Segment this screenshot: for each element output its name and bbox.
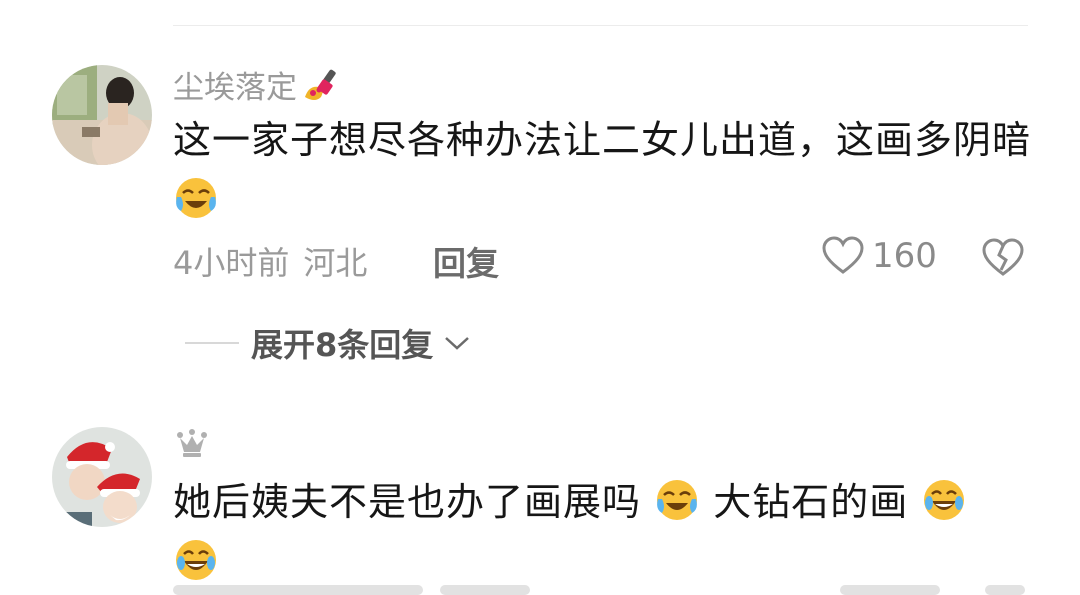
comment-meta: 4小时前 河北 [173,238,367,284]
expand-replies-button[interactable]: 展开8条回复 [185,320,471,366]
comment-text-part2: 大钻石的画 [713,480,909,524]
avatar[interactable] [52,65,152,165]
dislike-button[interactable] [982,238,1024,282]
broken-heart-icon [982,238,1024,276]
username-text: 尘埃落定 [173,70,297,106]
like-button-cutoff [840,585,940,595]
avatar[interactable] [52,427,152,527]
tears-of-joy-face-icon [924,480,965,520]
username[interactable] [173,428,209,460]
comment-text-body: 这一家子想尽各种办法让二女儿出道，这画多阴暗 [173,118,1032,162]
comment-time: 4小时前 [173,244,290,282]
avatar-image [52,65,152,165]
comment-location: 河北 [303,244,368,282]
top-divider [173,25,1028,26]
comment-text-part1: 她后姨夫不是也办了画展吗 [173,480,642,524]
like-count: 160 [872,236,937,276]
crown-icon [177,429,207,457]
reply-button[interactable]: 回复 [433,237,499,285]
dislike-button-cutoff [985,585,1025,595]
username[interactable]: 尘埃落定 [173,62,343,107]
nail-polish-emoji-icon [305,69,336,100]
avatar-image [52,427,152,527]
comment-text[interactable]: 这一家子想尽各种办法让二女儿出道，这画多阴暗 [173,110,1033,230]
like-button[interactable]: 160 [822,236,937,276]
chevron-down-icon [445,337,470,350]
tears-of-joy-face-icon [176,540,216,580]
heart-icon [822,236,864,274]
crying-laughing-face-icon [176,178,216,218]
comment-text[interactable]: 她后姨夫不是也办了画展吗 大钻石的画 [173,472,1033,592]
expand-replies-label: 展开8条回复 [251,326,434,364]
crying-laughing-face-icon [657,480,698,520]
expand-divider-line [185,342,239,344]
comment-meta-cutoff [173,585,423,595]
reply-button-cutoff [440,585,530,595]
